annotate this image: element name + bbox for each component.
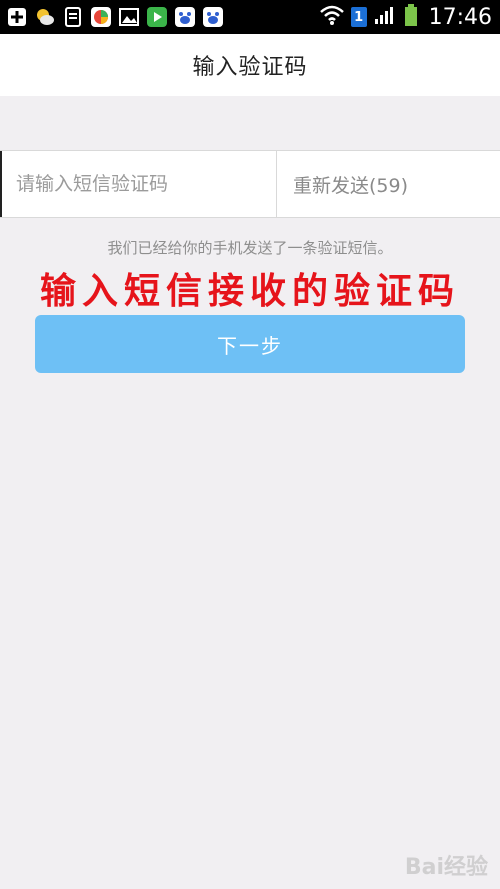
- notification-icons: [0, 6, 224, 28]
- plus-icon: [6, 6, 28, 28]
- document-icon: [62, 6, 84, 28]
- video-icon: [146, 6, 168, 28]
- resend-button[interactable]: 重新发送(59): [276, 151, 500, 217]
- baidu-icon: [174, 6, 196, 28]
- sim-badge: 1: [350, 7, 367, 27]
- app-store-icon: [90, 6, 112, 28]
- next-button[interactable]: 下一步: [35, 315, 465, 373]
- status-bar: 1 17:46: [0, 0, 500, 34]
- baidu-icon: [202, 6, 224, 28]
- clock: 17:46: [428, 4, 492, 30]
- watermark: Bai经验: [404, 855, 488, 880]
- instruction-annotation: 输入短信接收的验证码: [39, 271, 460, 312]
- page-title: 输入验证码: [192, 55, 308, 80]
- verification-code-input[interactable]: [0, 151, 276, 217]
- wifi-icon: [319, 4, 345, 30]
- gallery-icon: [118, 6, 140, 28]
- system-status: 1 17:46: [319, 0, 492, 34]
- verification-row: 重新发送(59): [0, 150, 500, 218]
- info-text: 我们已经给你的手机发送了一条验证短信。: [107, 239, 393, 257]
- battery-icon: [403, 3, 419, 31]
- signal-icon: [373, 4, 397, 30]
- weather-icon: [34, 6, 56, 28]
- title-bar: 输入验证码: [0, 34, 500, 96]
